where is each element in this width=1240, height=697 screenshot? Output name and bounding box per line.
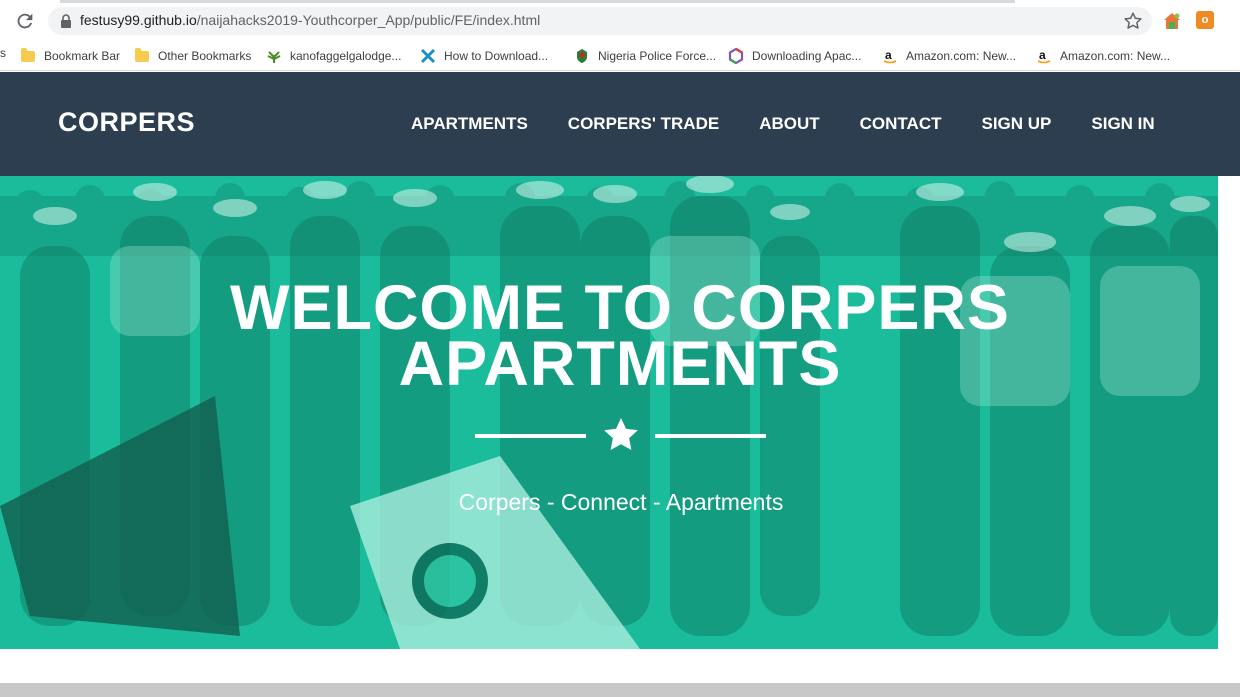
- tab-strip-edge: [60, 0, 1015, 3]
- nav-sign-in[interactable]: SIGN IN: [1091, 114, 1154, 134]
- nav-apartments[interactable]: APARTMENTS: [411, 114, 528, 134]
- bookmark-label: How to Download...: [444, 49, 549, 63]
- url-domain: festusy99.github.io: [80, 12, 197, 28]
- browser-toolbar: festusy99.github.io/naijahacks2019-Youth…: [0, 0, 1240, 40]
- bookmark-item[interactable]: Bookmark Bar: [20, 45, 120, 67]
- hero-subtitle: Corpers - Connect - Apartments: [458, 489, 784, 515]
- bookmark-label: Downloading Apac...: [752, 49, 862, 63]
- nav-about[interactable]: ABOUT: [759, 114, 819, 134]
- bookmark-item[interactable]: a Amazon.com: New...: [1036, 45, 1170, 67]
- bookmark-label: Amazon.com: New...: [1060, 49, 1171, 63]
- svg-text:a: a: [1039, 48, 1046, 62]
- police-crest-icon: [574, 48, 590, 64]
- nav-contact[interactable]: CONTACT: [860, 114, 942, 134]
- bookmark-item[interactable]: How to Download...: [420, 45, 548, 67]
- hero-section: WELCOME TO CORPERS APARTMENTS Corpers - …: [0, 176, 1218, 649]
- hero-background-image: [0, 176, 1218, 649]
- nav-corpers-trade[interactable]: CORPERS' TRADE: [568, 114, 719, 134]
- svg-text:a: a: [885, 48, 892, 62]
- url-text[interactable]: festusy99.github.io/naijahacks2019-Youth…: [80, 12, 540, 28]
- site-navbar: CORPERS APARTMENTS CORPERS' TRADE ABOUT …: [0, 72, 1240, 176]
- bookmark-star-icon[interactable]: [1122, 10, 1144, 32]
- lock-icon[interactable]: [60, 14, 72, 28]
- x-logo-icon: [420, 48, 436, 64]
- bookmark-item[interactable]: kanofaggelgalodge...: [266, 45, 401, 67]
- bookmarks-bar: s Bookmark Bar Other Bookmarks kanofagge…: [0, 40, 1240, 71]
- hexagon-icon: [728, 48, 744, 64]
- extension-house-icon[interactable]: [1162, 11, 1182, 31]
- bookmark-label: Bookmark Bar: [44, 49, 121, 63]
- nav-sign-up[interactable]: SIGN UP: [981, 114, 1051, 134]
- nav-links: APARTMENTS CORPERS' TRADE ABOUT CONTACT …: [411, 114, 1155, 134]
- url-path: /naijahacks2019-Youthcorper_App/public/F…: [196, 12, 541, 28]
- reload-icon[interactable]: [14, 10, 36, 32]
- divider-line-right: [655, 434, 766, 438]
- amazon-icon: a: [882, 48, 898, 64]
- hero-title-line2: APARTMENTS: [398, 329, 842, 399]
- folder-icon: [20, 47, 36, 64]
- extension-shopping-icon[interactable]: o: [1196, 11, 1214, 29]
- bookmark-label: Other Bookmarks: [158, 49, 252, 63]
- plant-icon: [266, 48, 282, 64]
- bookmark-item[interactable]: Nigeria Police Force...: [574, 45, 716, 67]
- horizontal-scrollbar[interactable]: [0, 683, 1240, 697]
- bookmark-overflow-edge: s: [0, 46, 6, 60]
- bookmark-item[interactable]: Other Bookmarks: [134, 45, 251, 67]
- bookmark-item[interactable]: Downloading Apac...: [728, 45, 861, 67]
- site-brand[interactable]: CORPERS: [58, 107, 195, 138]
- bookmark-label: kanofaggelgalodge...: [290, 49, 402, 63]
- divider-line-left: [475, 434, 586, 438]
- bookmark-label: Amazon.com: New...: [906, 49, 1017, 63]
- folder-icon: [134, 47, 150, 64]
- bookmark-label: Nigeria Police Force...: [598, 49, 717, 63]
- bookmark-item[interactable]: a Amazon.com: New...: [882, 45, 1016, 67]
- hero-title-line1: WELCOME TO CORPERS: [230, 273, 1010, 343]
- hero-title: WELCOME TO CORPERS APARTMENTS: [0, 273, 1218, 399]
- star-icon: [604, 418, 638, 450]
- amazon-icon: a: [1036, 48, 1052, 64]
